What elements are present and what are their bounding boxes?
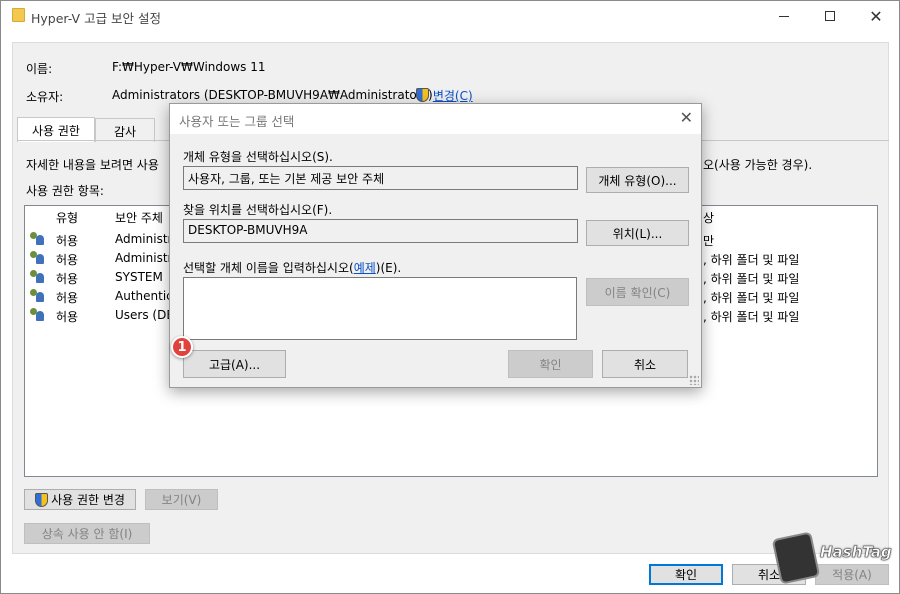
enter-names-label-suffix: )(E).: [375, 261, 402, 275]
name-value: F:₩Hyper-V₩Windows 11: [112, 60, 266, 74]
watermark-text: HashTag: [820, 543, 892, 562]
user-group-icon: [29, 289, 45, 303]
location-field: DESKTOP-BMUVH9A: [183, 219, 578, 243]
dialog-close-icon[interactable]: ✕: [680, 108, 693, 127]
dialog-cancel-button[interactable]: 취소: [602, 350, 688, 378]
location-label: 찾을 위치를 선택하십시오(F).: [183, 203, 333, 217]
row-type: 허용: [56, 310, 79, 324]
column-applies[interactable]: 상: [703, 209, 714, 226]
close-button[interactable]: ✕: [853, 1, 899, 31]
object-type-label: 개체 유형을 선택하십시오(S).: [183, 150, 333, 164]
watermark-logo: HashTag: [771, 531, 894, 587]
row-applies: 만: [703, 234, 715, 248]
change-permissions-button[interactable]: 사용 권한 변경: [24, 489, 136, 510]
row-applies: , 하위 폴더 및 파일: [703, 253, 800, 267]
row-applies: , 하위 폴더 및 파일: [703, 310, 800, 324]
row-principal: SYSTEM: [115, 270, 163, 284]
column-type[interactable]: 유형: [56, 209, 78, 226]
ok-button[interactable]: 확인: [649, 564, 723, 585]
row-type: 허용: [56, 253, 79, 267]
user-group-icon: [29, 308, 45, 322]
uac-shield-icon: [416, 88, 429, 102]
title-bar: Hyper-V 고급 보안 설정 ✕: [1, 1, 899, 31]
minimize-button[interactable]: [761, 1, 807, 31]
info-text-right: 오(사용 가능한 경우).: [703, 158, 813, 172]
user-group-icon: [29, 251, 45, 265]
hashtag-logo-icon: [771, 531, 821, 585]
view-button[interactable]: 보기(V): [145, 489, 218, 510]
tab-permissions[interactable]: 사용 권한: [17, 117, 95, 142]
minimize-icon: [779, 15, 789, 17]
maximize-button[interactable]: [807, 1, 853, 31]
object-names-input[interactable]: [183, 277, 577, 340]
owner-change-link[interactable]: 변경(C): [416, 87, 473, 104]
info-text-left: 자세한 내용을 보려면 사용: [26, 158, 159, 172]
enter-names-label-text: 선택할 개체 이름을 입력하십시오(: [183, 261, 354, 275]
advanced-button[interactable]: 고급(A)...: [183, 350, 286, 378]
enter-names-label: 선택할 개체 이름을 입력하십시오(예제)(E).: [183, 259, 401, 276]
user-group-icon: [29, 270, 45, 284]
maximize-icon: [825, 11, 835, 21]
check-names-button[interactable]: 이름 확인(C): [586, 278, 689, 306]
folder-icon: [12, 8, 25, 22]
row-type: 허용: [56, 234, 79, 248]
column-principal[interactable]: 보안 주체: [115, 209, 163, 226]
dialog-title: 사용자 또는 그룹 선택: [179, 114, 295, 129]
row-applies: , 하위 폴더 및 파일: [703, 272, 800, 286]
row-type: 허용: [56, 272, 79, 286]
change-permissions-label: 사용 권한 변경: [51, 493, 125, 507]
owner-value: Administrators (DESKTOP-BMUVH9A₩Administ…: [112, 88, 433, 102]
object-types-button[interactable]: 개체 유형(O)...: [586, 167, 689, 193]
owner-label: 소유자:: [26, 90, 64, 104]
dialog-ok-button[interactable]: 확인: [508, 350, 593, 378]
locations-button[interactable]: 위치(L)...: [586, 220, 689, 246]
disable-inheritance-button[interactable]: 상속 사용 안 함(I): [24, 523, 150, 544]
name-label: 이름:: [26, 62, 53, 76]
uac-shield-icon: [35, 492, 49, 507]
dialog-title-bar: 사용자 또는 그룹 선택 ✕: [170, 104, 701, 134]
object-type-field: 사용자, 그룹, 또는 기본 제공 보안 주체: [183, 166, 578, 190]
step-badge: 1: [171, 336, 193, 358]
resize-grip-icon[interactable]: [689, 375, 699, 385]
examples-link[interactable]: 예제: [354, 261, 376, 275]
row-applies: , 하위 폴더 및 파일: [703, 291, 800, 305]
window-title: Hyper-V 고급 보안 설정: [31, 11, 162, 26]
tab-auditing[interactable]: 감사: [95, 118, 155, 142]
row-type: 허용: [56, 291, 79, 305]
entries-label: 사용 권한 항목:: [26, 184, 104, 198]
select-users-dialog: 사용자 또는 그룹 선택 ✕ 개체 유형을 선택하십시오(S). 사용자, 그룹…: [169, 103, 702, 388]
user-group-icon: [29, 232, 45, 246]
